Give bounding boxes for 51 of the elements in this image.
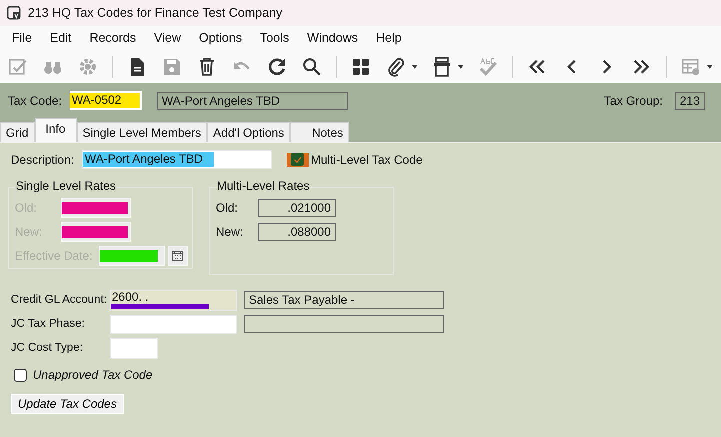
field-label: Description: bbox=[11, 152, 76, 166]
caret-icon[interactable] bbox=[412, 64, 418, 68]
tab[interactable]: Add'l Options bbox=[207, 122, 290, 142]
menu-item[interactable]: Windows bbox=[301, 31, 366, 45]
gl-account-field[interactable]: 2600. . bbox=[110, 290, 237, 310]
tab[interactable]: Grid bbox=[0, 122, 35, 142]
app-icon bbox=[7, 6, 21, 20]
checkbox-label: Multi-Level Tax Code bbox=[311, 152, 423, 166]
highlight-mark: WA-Port Angeles TBD bbox=[83, 152, 214, 167]
tax-group-field: 213 bbox=[675, 92, 705, 110]
menu-item[interactable]: Options bbox=[193, 31, 250, 45]
menu-item[interactable]: Help bbox=[370, 31, 409, 45]
field-value: 2600. . bbox=[111, 290, 149, 304]
caret-icon[interactable] bbox=[458, 64, 464, 68]
search-icon[interactable] bbox=[301, 56, 323, 78]
field-label: JC Tax Phase: bbox=[11, 318, 86, 330]
tab[interactable]: Info bbox=[34, 118, 77, 142]
field-label: Tax Group: bbox=[604, 94, 663, 108]
printer-icon[interactable] bbox=[431, 56, 453, 78]
highlight-mark bbox=[62, 226, 128, 238]
checkbox[interactable] bbox=[287, 152, 309, 166]
tax-phase-field[interactable] bbox=[110, 314, 237, 334]
gl-description-field: Sales Tax Payable - bbox=[244, 291, 444, 309]
field-label: JC Cost Type: bbox=[11, 342, 84, 354]
refresh-icon[interactable] bbox=[266, 56, 288, 78]
menu-item[interactable]: Edit bbox=[44, 31, 79, 45]
menu-item[interactable]: Records bbox=[84, 31, 144, 45]
group-title: Multi-Level Rates bbox=[216, 179, 311, 193]
field-label: Credit GL Account: bbox=[11, 294, 108, 306]
tab[interactable]: Single Level Members bbox=[76, 122, 208, 142]
cost-type-field[interactable] bbox=[110, 338, 158, 358]
new-rate-field: .088000 bbox=[258, 223, 336, 241]
calendar-icon bbox=[172, 250, 184, 262]
window-title: 213 HQ Tax Codes for Finance Test Company bbox=[28, 6, 283, 20]
check-icon bbox=[294, 156, 302, 164]
group-title: Single Level Rates bbox=[15, 179, 118, 193]
checkbox[interactable] bbox=[14, 368, 27, 382]
highlight-mark bbox=[100, 250, 158, 262]
tab[interactable]: Notes bbox=[290, 122, 350, 142]
old-rate-field: .021000 bbox=[258, 199, 336, 217]
menu-item[interactable]: File bbox=[6, 31, 40, 45]
tax-code-name-field: WA-Port Angeles TBD bbox=[157, 92, 348, 110]
menu-item[interactable]: Tools bbox=[254, 31, 296, 45]
field-label: Old: bbox=[216, 201, 240, 215]
highlight-mark bbox=[62, 202, 128, 214]
menu-item[interactable]: View bbox=[148, 31, 188, 45]
update-tax-codes-button[interactable]: Update Tax Codes bbox=[11, 394, 124, 414]
description-field[interactable]: WA-Port Angeles TBD bbox=[82, 150, 272, 169]
field-label: Tax Code: bbox=[8, 94, 62, 108]
field-label: New: bbox=[216, 225, 244, 239]
checkbox-label: Unapproved Tax Code bbox=[33, 368, 153, 382]
